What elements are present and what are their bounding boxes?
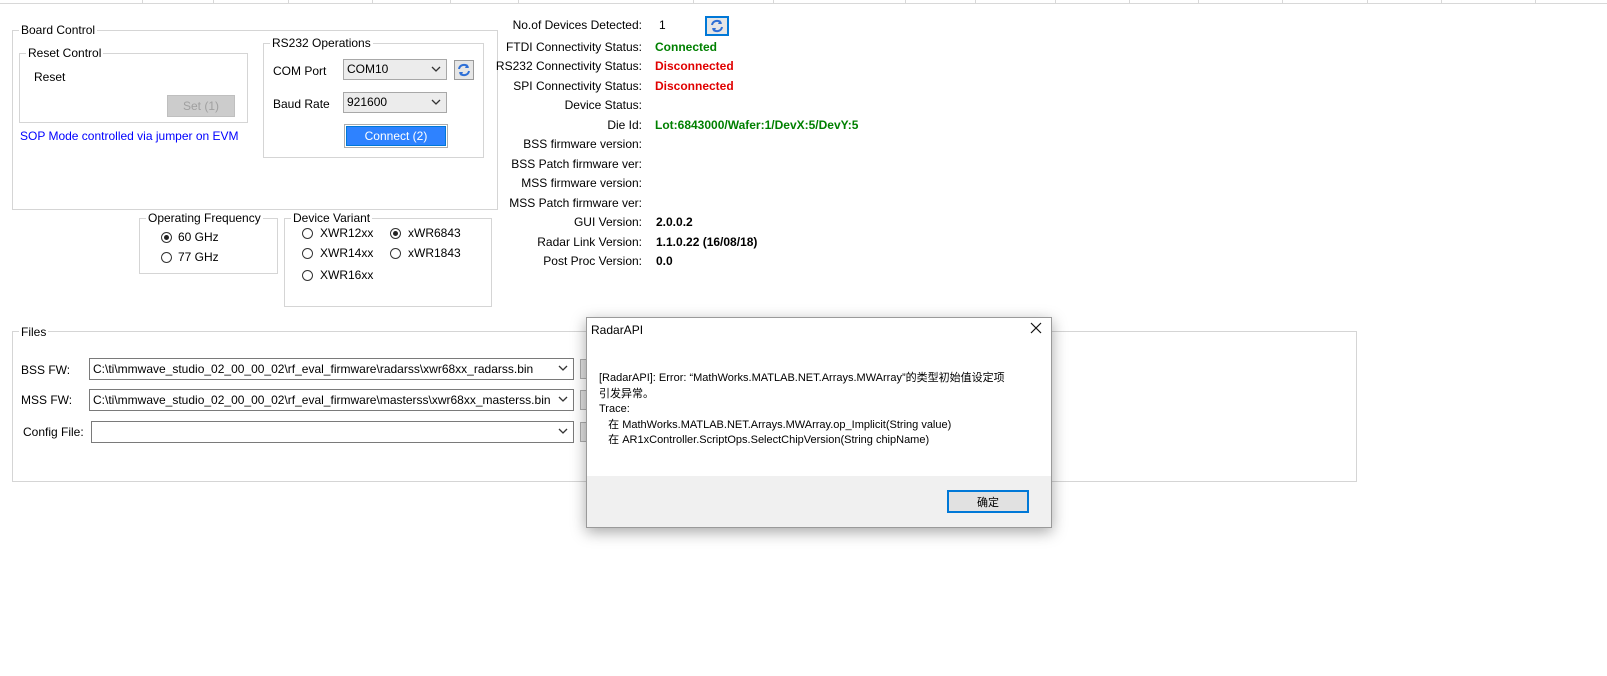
radio-60ghz-label: 60 GHz xyxy=(178,230,219,244)
board-control-title: Board Control xyxy=(19,23,98,37)
postproc-version-label: Post Proc Version: xyxy=(543,254,642,268)
die-id-label: Die Id: xyxy=(607,118,642,132)
die-id-value: Lot:6843000/Wafer:1/DevX:5/DevY:5 xyxy=(655,118,859,132)
tab-divider xyxy=(518,0,519,3)
refresh-icon xyxy=(711,19,723,33)
radio-xwr14xx-label: XWR14xx xyxy=(320,246,374,260)
mss-fw-version-label: MSS firmware version: xyxy=(521,176,642,190)
baud-rate-value: 921600 xyxy=(347,95,388,109)
radio-xwr12xx[interactable] xyxy=(302,228,313,239)
radarlink-version-value: 1.1.0.22 (16/08/18) xyxy=(656,235,758,249)
mss-fw-select[interactable]: C:\ti\mmwave_studio_02_00_00_02\rf_eval_… xyxy=(89,389,574,411)
ftdi-status-label: FTDI Connectivity Status: xyxy=(505,40,642,54)
radio-xwr1843-label: xWR1843 xyxy=(408,246,461,260)
gui-version-value: 2.0.0.2 xyxy=(656,215,693,229)
radio-77ghz[interactable] xyxy=(161,252,172,263)
radio-60ghz[interactable] xyxy=(161,232,172,243)
tab-divider xyxy=(773,0,774,3)
tab-divider xyxy=(1129,0,1130,3)
top-tab-strip xyxy=(0,0,1607,4)
config-file-select[interactable] xyxy=(91,421,574,443)
devices-detected-label: No.of Devices Detected: xyxy=(512,18,642,32)
chevron-down-icon xyxy=(431,66,441,72)
tab-divider xyxy=(1367,0,1368,3)
tab-divider xyxy=(1535,0,1536,3)
tab-divider xyxy=(1198,0,1199,3)
radio-xwr16xx[interactable] xyxy=(302,270,313,281)
rs232-status-value: Disconnected xyxy=(655,59,734,73)
dialog-footer: 确定 xyxy=(587,476,1051,527)
tab-divider xyxy=(1441,0,1442,3)
connect-button[interactable]: Connect (2) xyxy=(344,124,448,148)
radio-77ghz-label: 77 GHz xyxy=(178,250,219,264)
chevron-down-icon xyxy=(558,396,568,402)
baud-rate-label: Baud Rate xyxy=(273,97,330,111)
radarlink-version-label: Radar Link Version: xyxy=(537,235,642,249)
ok-button[interactable]: 确定 xyxy=(947,490,1029,513)
tab-divider xyxy=(213,0,214,3)
files-title: Files xyxy=(19,325,49,339)
devices-refresh-button[interactable] xyxy=(705,16,729,36)
tab-divider xyxy=(975,0,976,3)
com-port-value: COM10 xyxy=(347,62,389,76)
tab-divider xyxy=(450,0,451,3)
dialog-message: [RadarAPI]: Error: “MathWorks.MATLAB.NET… xyxy=(599,372,1005,446)
radio-xwr14xx[interactable] xyxy=(302,248,313,259)
sop-mode-note: SOP Mode controlled via jumper on EVM xyxy=(20,129,239,143)
bss-patch-version-label: BSS Patch firmware ver: xyxy=(511,157,642,171)
mss-patch-version-label: MSS Patch firmware ver: xyxy=(509,196,642,210)
dialog-title: RadarAPI xyxy=(591,323,644,337)
reset-control-group: Reset Control Reset Set (1) xyxy=(19,46,248,123)
config-file-label: Config File: xyxy=(23,425,84,439)
ftdi-status-value: Connected xyxy=(655,40,718,54)
spi-status-value: Disconnected xyxy=(655,79,734,93)
chevron-down-icon xyxy=(431,99,441,105)
device-variant-group: Device Variant XWR12xx xWR6843 XWR14xx x… xyxy=(284,211,492,307)
operating-frequency-group: Operating Frequency 60 GHz 77 GHz xyxy=(139,211,278,274)
tab-divider xyxy=(142,0,143,3)
tab-divider xyxy=(1282,0,1283,3)
tab-divider xyxy=(905,0,906,3)
set-button[interactable]: Set (1) xyxy=(167,95,235,117)
radarapi-error-dialog: RadarAPI [RadarAPI]: Error: “MathWorks.M… xyxy=(586,317,1052,528)
baud-rate-select[interactable]: 921600 xyxy=(343,92,447,113)
tab-divider xyxy=(372,0,373,3)
tab-divider xyxy=(1055,0,1056,3)
com-port-select[interactable]: COM10 xyxy=(343,59,447,80)
devices-detected-value: 1 xyxy=(659,18,666,32)
postproc-version-value: 0.0 xyxy=(656,254,673,268)
device-status-label: Device Status: xyxy=(564,98,642,112)
refresh-icon xyxy=(458,63,470,77)
radio-xwr1843[interactable] xyxy=(390,248,401,259)
device-variant-title: Device Variant xyxy=(291,211,373,225)
tab-divider xyxy=(693,0,694,3)
rs232-operations-title: RS232 Operations xyxy=(270,36,373,50)
radio-xwr16xx-label: XWR16xx xyxy=(320,268,374,282)
radio-xwr6843-label: xWR6843 xyxy=(408,226,461,240)
close-icon[interactable] xyxy=(1029,321,1043,335)
gui-version-label: GUI Version: xyxy=(573,215,642,229)
com-port-label: COM Port xyxy=(273,64,327,78)
chevron-down-icon xyxy=(558,365,568,371)
reset-label: Reset xyxy=(34,70,66,84)
board-control-group: Board Control Reset Control Reset Set (1… xyxy=(12,23,498,210)
spi-status-label: SPI Connectivity Status: xyxy=(513,79,642,93)
radio-xwr12xx-label: XWR12xx xyxy=(320,226,374,240)
bss-fw-path: C:\ti\mmwave_studio_02_00_00_02\rf_eval_… xyxy=(93,362,534,376)
tab-divider xyxy=(288,0,289,3)
mss-fw-path: C:\ti\mmwave_studio_02_00_00_02\rf_eval_… xyxy=(93,393,551,407)
bss-fw-version-label: BSS firmware version: xyxy=(523,137,642,151)
mss-fw-label: MSS FW: xyxy=(21,393,73,407)
com-port-refresh-button[interactable] xyxy=(454,60,474,80)
bss-fw-label: BSS FW: xyxy=(21,363,71,377)
bss-fw-select[interactable]: C:\ti\mmwave_studio_02_00_00_02\rf_eval_… xyxy=(89,358,574,380)
radio-xwr6843[interactable] xyxy=(390,228,401,239)
rs232-status-label: RS232 Connectivity Status: xyxy=(495,59,642,73)
operating-frequency-title: Operating Frequency xyxy=(146,211,263,225)
chevron-down-icon xyxy=(558,428,568,434)
rs232-operations-group: RS232 Operations COM Port COM10 Baud Rat… xyxy=(263,36,484,158)
reset-control-title: Reset Control xyxy=(26,46,104,60)
